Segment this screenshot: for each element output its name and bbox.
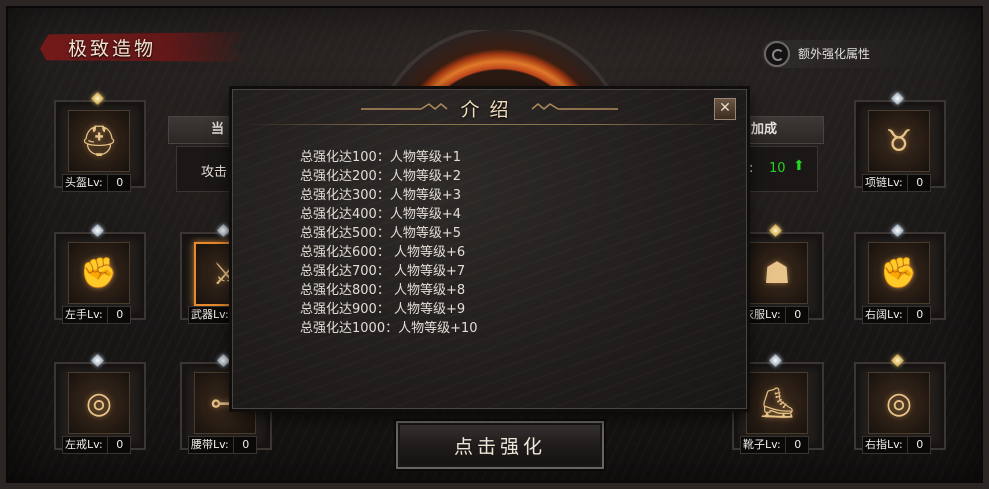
dialog-title: 介绍 [460,99,519,121]
bonus-separator: : [749,161,754,176]
slot-level-badge: 靴子Lv: 0 [740,436,809,454]
arrow-up-icon: ⬆ [793,158,805,174]
slot-level-value: 0 [906,175,928,191]
necklace-icon: ♉ [868,110,930,172]
slot-level-badge: 右指Lv: 0 [862,436,931,454]
dialog-divider [243,124,736,125]
slot-label: 右指Lv: [865,438,903,451]
slot-helmet[interactable]: ⛑ 头盔Lv: 0 [50,92,146,198]
slot-level-value: 0 [106,175,128,191]
list-item: 总强化达600： 人物等级+6 [300,245,466,260]
intro-dialog: 介绍 ✕ 总强化达100：人物等级+1 总强化达200：人物等级+2 总强化达3… [232,89,747,409]
armor-icon: ☗ [746,242,808,304]
slot-level-value: 0 [784,437,806,453]
slot-level-value: 0 [106,307,128,323]
close-icon[interactable]: ✕ [714,98,736,120]
helmet-icon: ⛑ [68,110,130,172]
attack-label: 攻击 [201,165,228,180]
bonus-panel: : 10 ⬆ [744,146,818,192]
slot-level-badge: 项链Lv: 0 [862,174,931,192]
extra-attributes-label: 额外强化属性 [798,47,871,61]
page-title: 极致造物 [68,38,157,60]
bonus-header: 加成 [744,116,824,144]
list-item: 总强化达1000：人物等级+10 [300,321,478,336]
list-item: 总强化达500：人物等级+5 [300,226,461,241]
slot-level-badge: 左手Lv: 0 [62,306,131,324]
slot-necklace[interactable]: ♉ 项链Lv: 0 [850,92,946,198]
bonus-header-label: 加成 [751,122,778,137]
current-attr-header-label: 当 [211,122,225,137]
slot-level-badge: 腰带Lv: 0 [188,436,257,454]
slot-label: 衣服Lv: [743,308,781,321]
ring-icon: ◎ [868,372,930,434]
slot-level-badge: 右阔Lv: 0 [862,306,931,324]
forge-screen: 极致造物 额外强化属性 当 攻击 加成 : 10 ⬆ ⛑ 头盔Lv: 0 ♉ 项链… [0,0,989,489]
list-item: 总强化达400：人物等级+4 [300,207,461,222]
slot-label: 左手Lv: [65,308,103,321]
ring-icon: ◎ [68,372,130,434]
slot-left-ring[interactable]: ◎ 左戒Lv: 0 [50,354,146,460]
slot-level-value: 0 [906,437,928,453]
slot-level-badge: 头盔Lv: 0 [62,174,131,192]
list-item: 总强化达800： 人物等级+8 [300,283,466,298]
list-item: 总强化达700： 人物等级+7 [300,264,466,279]
boot-icon: ⛸ [746,372,808,434]
strengthen-button[interactable]: 点击强化 [396,421,604,469]
slot-label: 武器Lv: [191,308,229,321]
list-item: 总强化达900： 人物等级+9 [300,302,466,317]
slot-label: 左戒Lv: [65,438,103,451]
slot-level-value: 0 [784,307,806,323]
slot-right-ring[interactable]: ◎ 右指Lv: 0 [850,354,946,460]
bonus-value: 10 [769,161,786,176]
slot-level-value: 0 [906,307,928,323]
slot-level-badge: 衣服Lv: 0 [740,306,809,324]
slot-left-hand[interactable]: ✊ 左手Lv: 0 [50,224,146,330]
slot-label: 项链Lv: [865,176,903,189]
slot-level-badge: 左戒Lv: 0 [62,436,131,454]
slot-label: 腰带Lv: [191,438,229,451]
slot-level-value: 0 [106,437,128,453]
rules-list: 总强化达100：人物等级+1 总强化达200：人物等级+2 总强化达300：人物… [300,148,478,338]
slot-label: 右阔Lv: [865,308,903,321]
gauntlet-icon: ✊ [68,242,130,304]
current-attr-panel: 攻击 [176,146,238,192]
list-item: 总强化达300：人物等级+3 [300,188,461,203]
current-attr-header: 当 [168,116,240,144]
slot-right-hand[interactable]: ✊ 右阔Lv: 0 [850,224,946,330]
swirl-icon [764,41,790,67]
extra-attributes-button[interactable]: 额外强化属性 [762,40,912,68]
slot-level-value: 0 [232,437,254,453]
list-item: 总强化达100：人物等级+1 [300,150,461,165]
slot-label: 头盔Lv: [65,176,103,189]
slot-label: 靴子Lv: [743,438,781,451]
gauntlet-icon: ✊ [868,242,930,304]
list-item: 总强化达200：人物等级+2 [300,169,461,184]
